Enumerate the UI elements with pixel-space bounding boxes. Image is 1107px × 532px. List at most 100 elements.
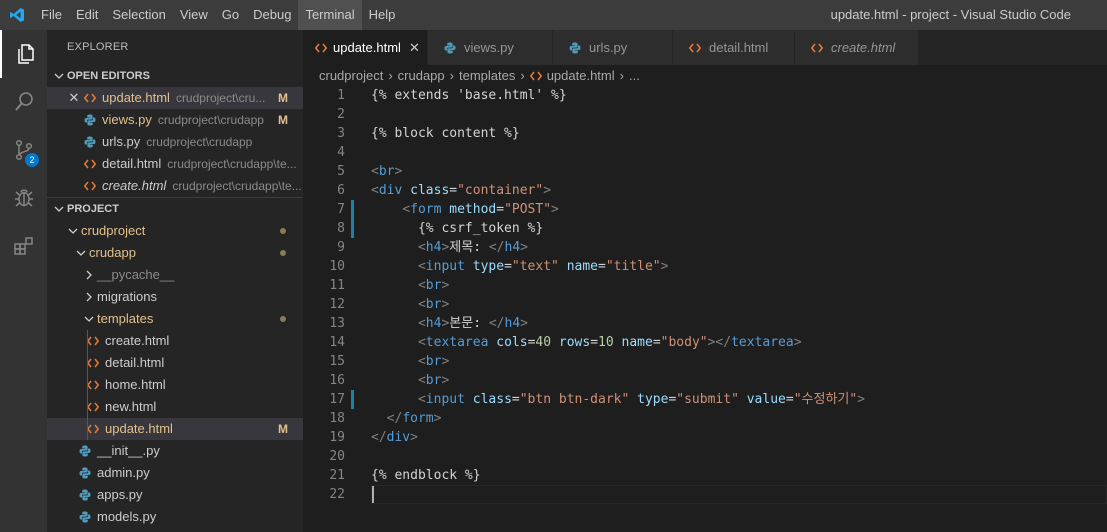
html-file-icon: [809, 40, 825, 56]
source-control-icon[interactable]: 2: [0, 126, 47, 174]
search-icon[interactable]: [0, 78, 47, 126]
extensions-icon[interactable]: [0, 222, 47, 270]
open-editor-item[interactable]: urls.py crudproject\crudapp: [47, 131, 303, 153]
tree-folder[interactable]: templates: [47, 308, 303, 330]
code-line: 22: [303, 485, 1107, 504]
tree-file[interactable]: models.py: [47, 506, 303, 528]
tree-file[interactable]: new.html: [47, 396, 303, 418]
code-editor[interactable]: 1 {% extends 'base.html' %} 2 3 {% block c…: [303, 86, 1107, 532]
editor-tabs: update.html ✕ views.py urls.py detail.ht…: [303, 30, 1107, 65]
code-line: 2: [303, 105, 1107, 124]
line-number: 10: [329, 259, 345, 274]
tree-file[interactable]: __init__.py: [47, 440, 303, 462]
html-file-icon: [687, 40, 703, 56]
breadcrumb: crudproject › crudapp › templates › upda…: [303, 65, 1107, 87]
tab-detail-html[interactable]: detail.html: [673, 30, 795, 65]
template-tag: {% endblock %}: [371, 468, 481, 483]
file-name: __init__.py: [97, 443, 160, 458]
line-number: 14: [329, 335, 345, 350]
tree-file[interactable]: admin.py: [47, 462, 303, 484]
template-tag: {% block content %}: [371, 126, 520, 141]
menu-selection[interactable]: Selection: [105, 0, 172, 30]
line-number: 5: [337, 164, 345, 179]
tab-update-html[interactable]: update.html ✕: [303, 30, 428, 65]
chevron-down-icon: [51, 198, 67, 220]
tree-folder[interactable]: crudproject: [47, 220, 303, 242]
tab-urls-py[interactable]: urls.py: [553, 30, 673, 65]
file-name: create.html: [105, 333, 170, 348]
sidebar-title: EXPLORER: [67, 41, 129, 53]
python-file-icon: [77, 443, 93, 459]
file-path: crudproject\crudapp\te...: [172, 179, 302, 193]
text-cursor: [372, 486, 374, 503]
tree-file[interactable]: home.html: [47, 374, 303, 396]
breadcrumb-item[interactable]: templates: [459, 65, 515, 87]
line-number: 15: [329, 354, 345, 369]
line-number: 4: [337, 145, 345, 160]
code-line: 20: [303, 447, 1107, 466]
open-editor-item[interactable]: views.py crudproject\crudapp M: [47, 109, 303, 131]
window-title: update.html - project - Visual Studio Co…: [830, 7, 1071, 22]
breadcrumb-item[interactable]: crudapp: [398, 65, 445, 87]
project-header[interactable]: PROJECT: [47, 197, 303, 220]
line-number: 20: [329, 449, 345, 464]
tree-file[interactable]: update.html M: [47, 418, 303, 440]
breadcrumb-item[interactable]: update.html: [547, 65, 615, 87]
menu-edit[interactable]: Edit: [69, 0, 105, 30]
scm-badge: 2: [25, 153, 39, 167]
tree-file[interactable]: detail.html: [47, 352, 303, 374]
line-number: 11: [329, 278, 345, 293]
file-name: models.py: [97, 509, 157, 524]
code-line: 18 </form>: [303, 409, 1107, 428]
tree-file[interactable]: create.html: [47, 330, 303, 352]
line-number: 6: [337, 183, 345, 198]
code-line: 9 <h4>제목: </h4>: [303, 238, 1107, 257]
file-name: home.html: [105, 377, 166, 392]
tab-views-py[interactable]: views.py: [428, 30, 553, 65]
modified-dot: [280, 228, 286, 234]
line-number: 8: [337, 221, 345, 236]
modified-badge: M: [278, 113, 288, 127]
line-number: 17: [329, 392, 345, 407]
breadcrumb-item[interactable]: crudproject: [319, 65, 383, 87]
line-number: 1: [337, 88, 345, 103]
menu-go[interactable]: Go: [215, 0, 246, 30]
debug-icon[interactable]: [0, 174, 47, 222]
tree-folder[interactable]: crudapp: [47, 242, 303, 264]
menu-terminal[interactable]: Terminal: [298, 0, 362, 30]
menu-view[interactable]: View: [173, 0, 215, 30]
menu-help[interactable]: Help: [362, 0, 403, 30]
explorer-icon[interactable]: [0, 30, 47, 78]
close-icon[interactable]: ✕: [66, 87, 82, 109]
activity-bar: 2: [0, 30, 47, 532]
tab-label: update.html: [333, 40, 401, 55]
title-bar: File Edit Selection View Go Debug Termin…: [0, 0, 1107, 30]
file-name: views.py: [102, 112, 152, 127]
breadcrumb-item[interactable]: ...: [629, 65, 640, 87]
tree-file[interactable]: apps.py: [47, 484, 303, 506]
close-icon[interactable]: ✕: [409, 40, 420, 56]
code-line: 4: [303, 143, 1107, 162]
open-editors-header[interactable]: OPEN EDITORS: [47, 65, 303, 87]
code-line: 17 <input class="btn btn-dark" type="sub…: [303, 390, 1107, 409]
menu-file[interactable]: File: [34, 0, 69, 30]
modified-gutter-mark: [351, 200, 354, 219]
menu-debug[interactable]: Debug: [246, 0, 298, 30]
tab-create-html[interactable]: create.html: [795, 30, 919, 65]
line-number: 18: [329, 411, 345, 426]
open-editor-item[interactable]: detail.html crudproject\crudapp\te...: [47, 153, 303, 175]
line-number: 22: [329, 487, 345, 502]
tree-folder[interactable]: migrations: [47, 286, 303, 308]
code-line: 21 {% endblock %}: [303, 466, 1107, 485]
html-file-icon: [82, 90, 98, 106]
open-editor-item[interactable]: create.html crudproject\crudapp\te...: [47, 175, 303, 197]
line-number: 16: [329, 373, 345, 388]
template-tag: {% extends 'base.html' %}: [371, 88, 567, 103]
chevron-right-icon: ›: [619, 68, 624, 83]
tree-folder[interactable]: __pycache__: [47, 264, 303, 286]
tab-label: urls.py: [589, 40, 628, 55]
file-name: apps.py: [97, 487, 143, 502]
open-editor-item[interactable]: ✕ update.html crudproject\cru... M: [47, 87, 303, 109]
python-file-icon: [567, 40, 583, 56]
code-line: 6 <div class="container">: [303, 181, 1107, 200]
